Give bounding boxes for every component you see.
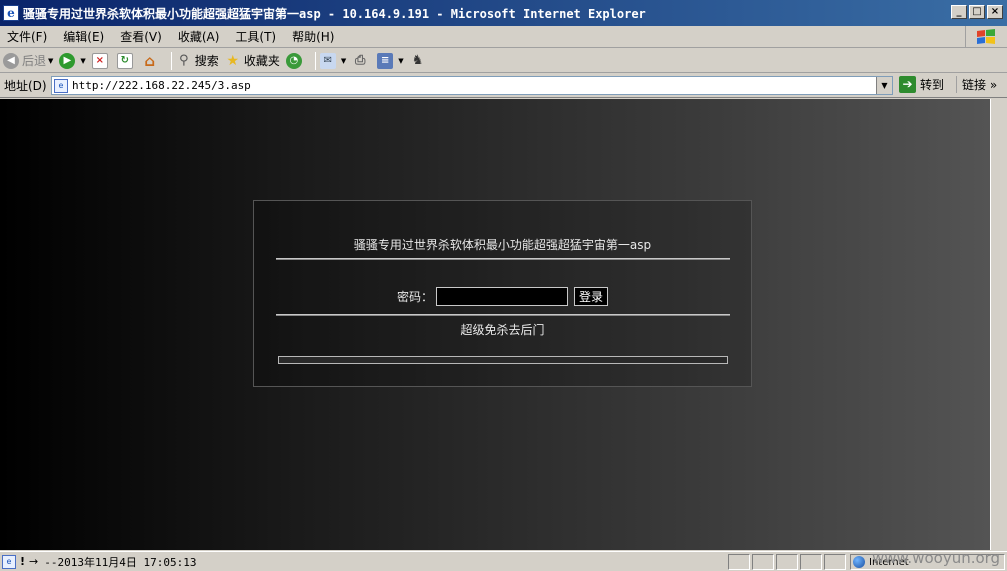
- messenger-icon: ♞: [411, 53, 424, 68]
- search-button[interactable]: ⚲ 搜索: [176, 52, 219, 69]
- menu-view[interactable]: 查看(V): [112, 28, 170, 45]
- address-input[interactable]: e http://222.168.22.245/3.asp ▼: [51, 76, 893, 95]
- divider: [276, 258, 730, 260]
- toolbar-separator: [314, 51, 316, 70]
- minimize-button[interactable]: _: [951, 5, 967, 19]
- print-button[interactable]: ⎙: [352, 53, 371, 69]
- address-bar: 地址(D) e http://222.168.22.245/3.asp ▼ ➔ …: [0, 73, 1007, 98]
- mail-button[interactable]: ✉ ▼: [319, 52, 346, 69]
- windows-logo-icon: [965, 26, 1005, 48]
- home-button[interactable]: ⌂: [142, 51, 161, 70]
- close-button[interactable]: ×: [987, 5, 1003, 19]
- search-icon: ⚲: [179, 53, 189, 68]
- login-panel: 骚骚专用过世界杀软体积最小功能超强超猛宇宙第一asp 密码： 登录 超级免杀去后…: [253, 200, 752, 387]
- mail-dropdown-icon[interactable]: ▼: [341, 57, 346, 65]
- status-pane: [728, 554, 750, 570]
- home-icon: ⌂: [144, 51, 156, 70]
- stop-button[interactable]: ×: [91, 52, 111, 69]
- back-button[interactable]: ◀ 后退 ▼: [3, 52, 53, 69]
- stop-icon: ×: [91, 52, 108, 69]
- divider: [276, 314, 730, 316]
- status-panes: [728, 554, 846, 570]
- warning-icon: !: [20, 555, 26, 568]
- password-input[interactable]: [436, 287, 568, 306]
- password-label: 密码：: [396, 290, 433, 304]
- print-icon: ⎙: [355, 53, 366, 68]
- address-dropdown-icon[interactable]: ▼: [876, 77, 892, 94]
- window-title: 骚骚专用过世界杀软体积最小功能超强超猛宇宙第一asp - 10.164.9.19…: [23, 6, 646, 21]
- toolbar-separator: [170, 51, 172, 70]
- toolbar: ◀ 后退 ▼ ▶ ▼ × ↻ ⌂ ⚲ 搜索 ★ 收藏夹 ◔ ✉ ▼ ⎙ ≡ ▼ …: [0, 49, 1007, 73]
- footer-bar: [278, 356, 728, 364]
- history-icon: ◔: [285, 52, 302, 69]
- star-icon: ★: [226, 52, 240, 69]
- address-label: 地址(D): [4, 78, 47, 93]
- menu-file[interactable]: 文件(F): [0, 28, 55, 45]
- watermark: www.wooyun.org: [872, 549, 1001, 567]
- menu-bar: 文件(F) 编辑(E) 查看(V) 收藏(A) 工具(T) 帮助(H): [0, 26, 1007, 48]
- favorites-label: 收藏夹: [243, 54, 280, 68]
- links-label: 链接: [962, 78, 987, 92]
- history-button[interactable]: ◔: [285, 52, 305, 69]
- menu-favorites[interactable]: 收藏(A): [170, 28, 228, 45]
- favorites-button[interactable]: ★ 收藏夹: [225, 52, 280, 69]
- login-button[interactable]: 登录: [574, 287, 609, 306]
- windows-flag-icon: [976, 29, 995, 44]
- go-label: 转到: [920, 78, 945, 92]
- refresh-button[interactable]: ↻: [116, 52, 136, 69]
- page-content: 骚骚专用过世界杀软体积最小功能超强超猛宇宙第一asp 密码： 登录 超级免杀去后…: [0, 99, 1007, 550]
- arrow-icon: →: [29, 555, 39, 568]
- chevron-right-icon: »: [989, 78, 998, 92]
- password-row: 密码： 登录: [254, 287, 751, 306]
- mail-icon: ✉: [319, 52, 336, 69]
- status-bar: e ! → --2013年11月4日 17:05:13 Internet: [0, 551, 1007, 571]
- menu-tools[interactable]: 工具(T): [227, 28, 284, 45]
- status-pane: [824, 554, 846, 570]
- globe-icon: [853, 556, 865, 568]
- address-url[interactable]: http://222.168.22.245/3.asp: [72, 79, 251, 92]
- subtitle: 超级免杀去后门: [460, 323, 545, 337]
- menu-help[interactable]: 帮助(H): [284, 28, 342, 45]
- page-icon: e: [54, 78, 68, 93]
- edit-dropdown-icon[interactable]: ▼: [398, 57, 403, 65]
- menu-edit[interactable]: 编辑(E): [55, 28, 112, 45]
- forward-button[interactable]: ▶ ▼: [59, 52, 86, 69]
- vertical-scrollbar[interactable]: [990, 99, 1007, 550]
- page-status-icon: e: [2, 554, 16, 569]
- ie-icon: e: [3, 5, 19, 21]
- window-controls: _ □ ×: [951, 5, 1003, 19]
- page-title: 骚骚专用过世界杀软体积最小功能超强超猛宇宙第一asp: [353, 238, 652, 252]
- status-pane: [776, 554, 798, 570]
- refresh-icon: ↻: [116, 52, 133, 69]
- links-button[interactable]: 链接 »: [956, 76, 997, 93]
- edit-page-icon: ≡: [377, 52, 394, 69]
- status-pane: [752, 554, 774, 570]
- maximize-button[interactable]: □: [969, 5, 985, 19]
- back-label: 后退: [22, 54, 47, 68]
- go-arrow-icon: ➔: [899, 76, 916, 93]
- go-button[interactable]: ➔ 转到: [899, 76, 944, 93]
- messenger-button[interactable]: ♞: [410, 53, 429, 69]
- edit-button[interactable]: ≡ ▼: [377, 52, 404, 69]
- status-text: --2013年11月4日 17:05:13: [44, 555, 197, 569]
- title-bar: e 骚骚专用过世界杀软体积最小功能超强超猛宇宙第一asp - 10.164.9.…: [0, 0, 1007, 26]
- forward-dropdown-icon[interactable]: ▼: [80, 57, 85, 65]
- search-label: 搜索: [194, 54, 219, 68]
- status-pane: [800, 554, 822, 570]
- back-dropdown-icon[interactable]: ▼: [48, 57, 53, 65]
- back-arrow-icon: ◀: [3, 52, 19, 69]
- forward-arrow-icon: ▶: [59, 52, 76, 69]
